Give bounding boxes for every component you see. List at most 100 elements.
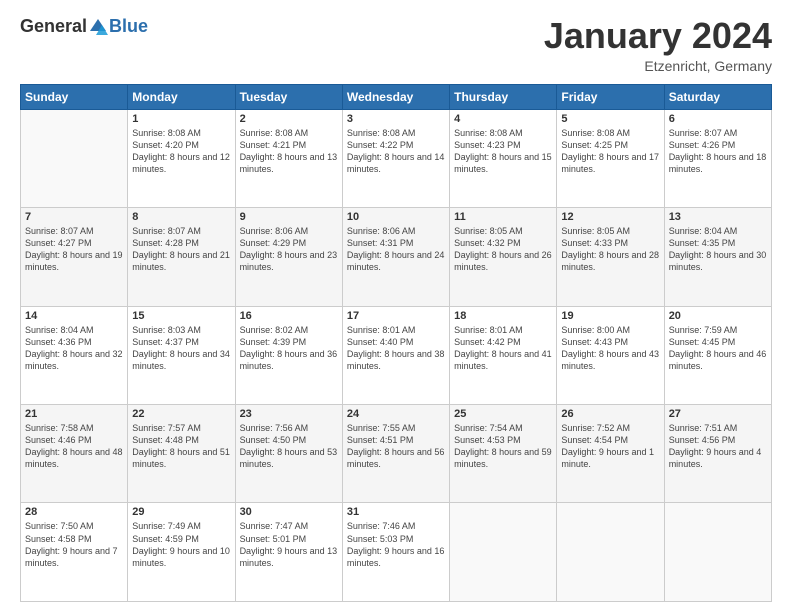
day-header-saturday: Saturday [664,84,771,109]
day-info: Sunrise: 7:58 AMSunset: 4:46 PMDaylight:… [25,422,123,471]
day-number: 21 [25,408,123,420]
day-info: Sunrise: 7:49 AMSunset: 4:59 PMDaylight:… [132,520,230,569]
calendar-cell: 7 Sunrise: 8:07 AMSunset: 4:27 PMDaylight… [21,208,128,306]
day-header-friday: Friday [557,84,664,109]
day-number: 5 [561,113,659,125]
calendar-cell: 23Sunrise: 7:56 AMSunset: 4:50 PMDayligh… [235,405,342,503]
day-header-sunday: Sunday [21,84,128,109]
calendar-cell: 30 Sunrise: 7:47 AMSunset: 5:01 PMDayligh… [235,503,342,602]
month-title: January 2024 [544,16,772,56]
day-header-monday: Monday [128,84,235,109]
calendar-cell: 4Sunrise: 8:08 AMSunset: 4:23 PMDaylight… [450,109,557,207]
calendar-cell: 25 Sunrise: 7:54 AMSunset: 4:53 PMDayligh… [450,405,557,503]
location: Etzenricht, Germany [544,58,772,74]
day-number: 8 [132,211,230,223]
day-number: 26 [561,408,659,420]
day-header-tuesday: Tuesday [235,84,342,109]
page: General Blue January 2024 Etzenricht, Ge… [0,0,792,612]
calendar-cell [450,503,557,602]
logo: General Blue [20,16,148,37]
calendar-cell: 12 Sunrise: 8:05 AMSunset: 4:33 PMDayligh… [557,208,664,306]
calendar-cell: 2 Sunrise: 8:08 AMSunset: 4:21 PMDaylight… [235,109,342,207]
day-number: 9 [240,211,338,223]
day-number: 18 [454,310,552,322]
day-info: Sunrise: 8:07 AMSunset: 4:28 PMDaylight:… [132,225,230,274]
logo-icon [88,17,108,37]
day-info: Sunrise: 8:01 AMSunset: 4:42 PMDaylight:… [454,324,552,373]
day-info: Sunrise: 8:07 AMSunset: 4:27 PMDaylight:… [25,225,123,274]
day-info: Sunrise: 8:06 AMSunset: 4:31 PMDaylight:… [347,225,445,274]
calendar-week-row: 1Sunrise: 8:08 AMSunset: 4:20 PMDaylight… [21,109,772,207]
calendar-week-row: 7 Sunrise: 8:07 AMSunset: 4:27 PMDaylight… [21,208,772,306]
day-info: Sunrise: 7:46 AMSunset: 5:03 PMDaylight:… [347,520,445,569]
calendar-cell: 5 Sunrise: 8:08 AMSunset: 4:25 PMDaylight… [557,109,664,207]
day-number: 30 [240,506,338,518]
calendar-cell: 21 Sunrise: 7:58 AMSunset: 4:46 PMDayligh… [21,405,128,503]
day-number: 13 [669,211,767,223]
day-number: 12 [561,211,659,223]
day-info: Sunrise: 8:08 AMSunset: 4:25 PMDaylight:… [561,127,659,176]
day-number: 4 [454,113,552,125]
day-number: 19 [561,310,659,322]
day-number: 25 [454,408,552,420]
calendar-cell: 18 Sunrise: 8:01 AMSunset: 4:42 PMDayligh… [450,306,557,404]
day-info: Sunrise: 7:59 AMSunset: 4:45 PMDaylight:… [669,324,767,373]
day-info: Sunrise: 8:05 AMSunset: 4:33 PMDaylight:… [561,225,659,274]
calendar-cell: 6Sunrise: 8:07 AMSunset: 4:26 PMDaylight… [664,109,771,207]
day-info: Sunrise: 8:01 AMSunset: 4:40 PMDaylight:… [347,324,445,373]
day-number: 28 [25,506,123,518]
calendar-cell: 19 Sunrise: 8:00 AMSunset: 4:43 PMDayligh… [557,306,664,404]
day-info: Sunrise: 7:57 AMSunset: 4:48 PMDaylight:… [132,422,230,471]
day-header-wednesday: Wednesday [342,84,449,109]
day-number: 16 [240,310,338,322]
calendar-cell: 14 Sunrise: 8:04 AMSunset: 4:36 PMDayligh… [21,306,128,404]
day-info: Sunrise: 7:54 AMSunset: 4:53 PMDaylight:… [454,422,552,471]
header: General Blue January 2024 Etzenricht, Ge… [20,16,772,74]
title-area: January 2024 Etzenricht, Germany [544,16,772,74]
day-number: 15 [132,310,230,322]
logo-blue: Blue [109,16,148,37]
calendar-cell: 11Sunrise: 8:05 AMSunset: 4:32 PMDayligh… [450,208,557,306]
calendar-cell: 31 Sunrise: 7:46 AMSunset: 5:03 PMDayligh… [342,503,449,602]
calendar-cell [21,109,128,207]
calendar-table: SundayMondayTuesdayWednesdayThursdayFrid… [20,84,772,602]
day-number: 7 [25,211,123,223]
calendar-cell: 20 Sunrise: 7:59 AMSunset: 4:45 PMDayligh… [664,306,771,404]
day-info: Sunrise: 8:02 AMSunset: 4:39 PMDaylight:… [240,324,338,373]
logo-text: General Blue [20,16,148,37]
day-info: Sunrise: 8:00 AMSunset: 4:43 PMDaylight:… [561,324,659,373]
calendar-cell: 22Sunrise: 7:57 AMSunset: 4:48 PMDayligh… [128,405,235,503]
day-info: Sunrise: 8:04 AMSunset: 4:35 PMDaylight:… [669,225,767,274]
logo-general: General [20,16,87,37]
day-info: Sunrise: 7:52 AMSunset: 4:54 PMDaylight:… [561,422,659,471]
day-info: Sunrise: 7:47 AMSunset: 5:01 PMDaylight:… [240,520,338,569]
calendar-cell: 3 Sunrise: 8:08 AMSunset: 4:22 PMDaylight… [342,109,449,207]
day-info: Sunrise: 8:08 AMSunset: 4:21 PMDaylight:… [240,127,338,176]
day-info: Sunrise: 8:04 AMSunset: 4:36 PMDaylight:… [25,324,123,373]
calendar-cell: 10Sunrise: 8:06 AMSunset: 4:31 PMDayligh… [342,208,449,306]
day-info: Sunrise: 7:51 AMSunset: 4:56 PMDaylight:… [669,422,767,471]
day-number: 6 [669,113,767,125]
day-number: 27 [669,408,767,420]
day-number: 17 [347,310,445,322]
calendar-cell: 8 Sunrise: 8:07 AMSunset: 4:28 PMDaylight… [128,208,235,306]
day-number: 3 [347,113,445,125]
calendar-cell: 13 Sunrise: 8:04 AMSunset: 4:35 PMDayligh… [664,208,771,306]
day-info: Sunrise: 7:56 AMSunset: 4:50 PMDaylight:… [240,422,338,471]
calendar-week-row: 14 Sunrise: 8:04 AMSunset: 4:36 PMDayligh… [21,306,772,404]
calendar-cell: 26 Sunrise: 7:52 AMSunset: 4:54 PMDayligh… [557,405,664,503]
day-number: 31 [347,506,445,518]
calendar-week-row: 28Sunrise: 7:50 AMSunset: 4:58 PMDayligh… [21,503,772,602]
calendar-cell [557,503,664,602]
calendar-cell: 16 Sunrise: 8:02 AMSunset: 4:39 PMDayligh… [235,306,342,404]
calendar-cell [664,503,771,602]
day-number: 2 [240,113,338,125]
day-header-thursday: Thursday [450,84,557,109]
calendar-cell: 24Sunrise: 7:55 AMSunset: 4:51 PMDayligh… [342,405,449,503]
day-number: 20 [669,310,767,322]
day-info: Sunrise: 8:06 AMSunset: 4:29 PMDaylight:… [240,225,338,274]
day-number: 24 [347,408,445,420]
day-number: 11 [454,211,552,223]
day-info: Sunrise: 8:08 AMSunset: 4:22 PMDaylight:… [347,127,445,176]
day-number: 14 [25,310,123,322]
